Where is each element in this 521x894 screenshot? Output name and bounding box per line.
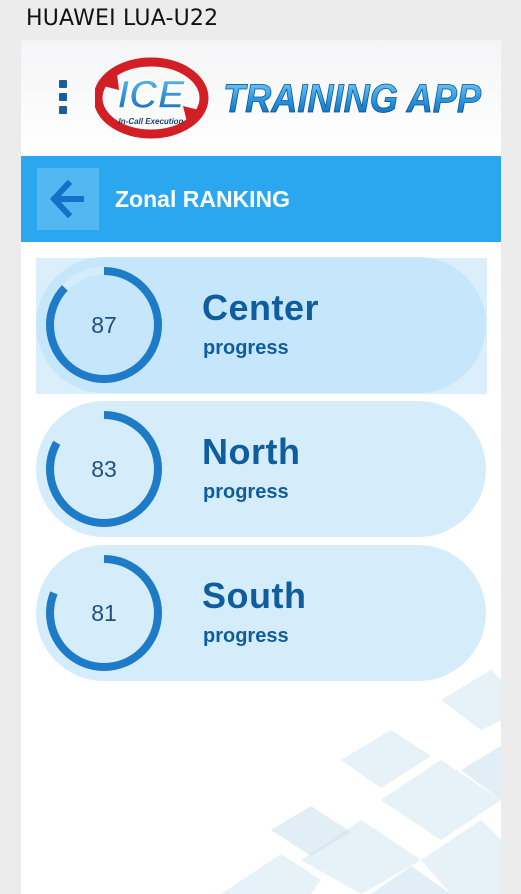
back-button[interactable] bbox=[37, 168, 99, 230]
ranking-card-north[interactable]: 83 North progress bbox=[36, 401, 486, 537]
progress-value: 83 bbox=[91, 455, 117, 482]
device-model-label: HUAWEI LUA-U22 bbox=[26, 6, 219, 31]
page-title: Zonal RANKING bbox=[115, 186, 291, 212]
logo-ice-text: ICE bbox=[118, 73, 186, 117]
ice-training-app-logo: ICE In-Call Execution TRAINING APP bbox=[95, 57, 482, 139]
menu-dot-icon bbox=[59, 106, 67, 114]
ranking-card-south[interactable]: 81 South progress bbox=[36, 545, 486, 681]
overflow-menu-button[interactable] bbox=[53, 80, 73, 114]
title-bar: Zonal RANKING bbox=[21, 156, 501, 242]
logo-tagline-text: In-Call Execution bbox=[119, 117, 184, 126]
ranking-card-center[interactable]: 87 Center progress bbox=[36, 257, 486, 393]
zone-subtitle: progress bbox=[203, 481, 289, 503]
zone-subtitle: progress bbox=[203, 337, 289, 359]
app-screen: ICE In-Call Execution TRAINING APP Zonal… bbox=[21, 40, 501, 894]
zone-name: North bbox=[202, 431, 301, 472]
progress-value: 87 bbox=[91, 311, 117, 338]
menu-dot-icon bbox=[59, 80, 67, 88]
app-header: ICE In-Call Execution TRAINING APP bbox=[21, 40, 501, 156]
logo-app-name-text: TRAINING APP bbox=[223, 77, 481, 121]
zone-subtitle: progress bbox=[203, 625, 289, 647]
zone-name: South bbox=[202, 575, 307, 616]
menu-dot-icon bbox=[59, 93, 67, 101]
zone-name: Center bbox=[202, 287, 320, 328]
arrow-left-icon bbox=[49, 179, 84, 219]
progress-value: 81 bbox=[91, 599, 117, 626]
